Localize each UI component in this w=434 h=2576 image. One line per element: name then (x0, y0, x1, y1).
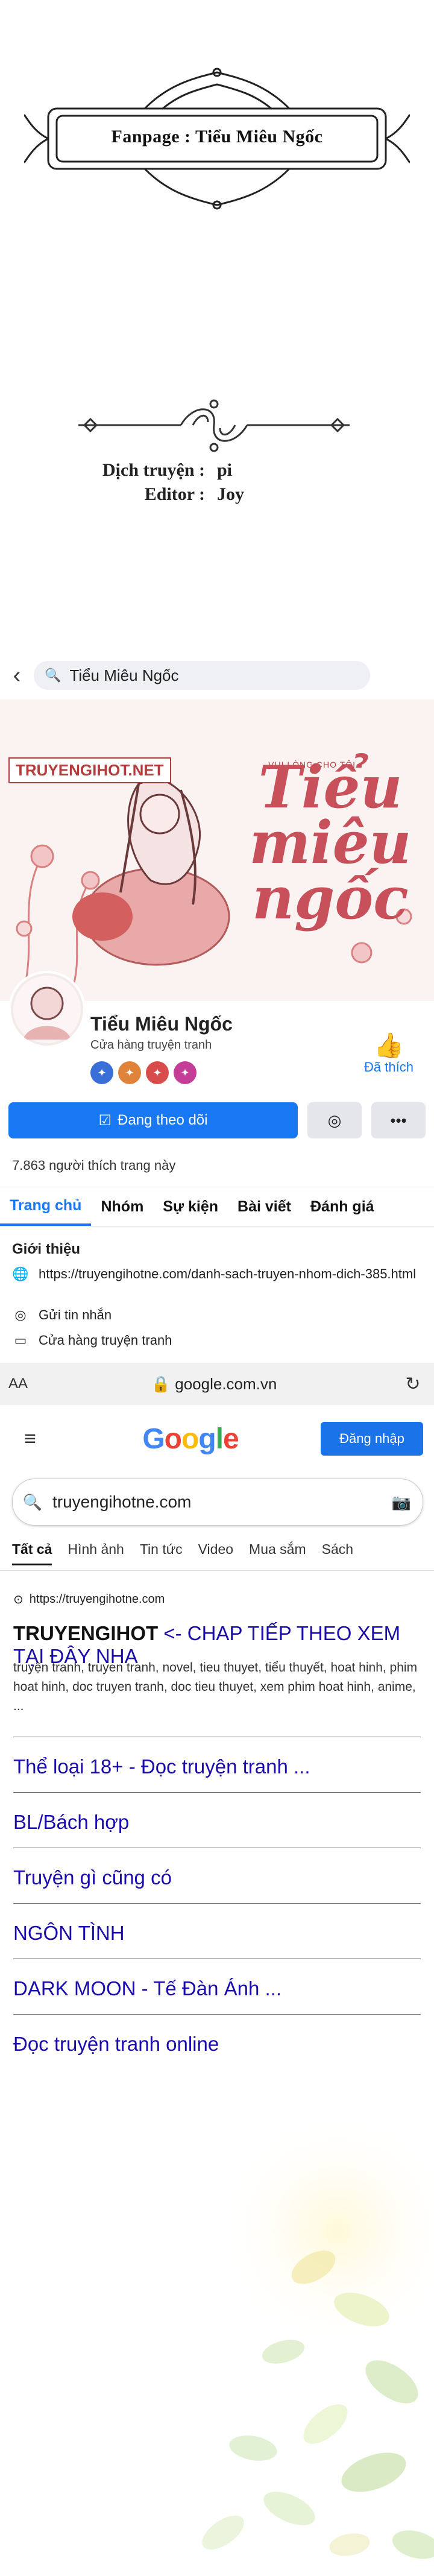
logo-letter: G (142, 1422, 165, 1455)
profile-avatar (13, 976, 81, 1043)
fb-intro-link[interactable]: 🌐 https://truyengihotne.com/danh-sach-tr… (12, 1266, 422, 1282)
thumbs-up-icon: 👍 (374, 1032, 404, 1059)
credit-value: Joy (217, 484, 244, 504)
sitelink[interactable]: Truyện gì cũng có (13, 1848, 421, 1889)
store-icon: ▭ (14, 1333, 27, 1348)
fb-action-row: ☑ Đang theo dõi ◎ ••• (8, 1102, 426, 1140)
result-title-brand: TRUYENGIHOT (13, 1622, 159, 1644)
globe-icon: 🌐 (12, 1266, 29, 1281)
fb-page-name: Tiểu Miêu Ngốc (90, 1013, 233, 1035)
pastel-leaves-decoration (202, 2110, 434, 2559)
tab-books[interactable]: Sách (322, 1541, 353, 1565)
google-tabs: Tất cả Hình ảnh Tin tức Video Mua sắm Sá… (12, 1541, 434, 1565)
fanpage-banner: Fanpage : Tiểu Miêu Ngốc (24, 66, 410, 211)
url-field[interactable]: 🔒 google.com.vn (36, 1375, 392, 1394)
search-icon: 🔍 (45, 668, 61, 683)
logo-letter: g (198, 1422, 216, 1455)
badge-icon: ✦ (118, 1061, 141, 1084)
text-size-button[interactable]: AA (0, 1375, 36, 1392)
site-tag: TRUYENGIHOT.NET (8, 757, 171, 783)
fb-liked-label: Đã thích (364, 1059, 414, 1075)
following-label: Đang theo dõi (118, 1112, 208, 1128)
url-text: google.com.vn (175, 1374, 277, 1393)
fb-likes-count: 7.863 người thích trang này (12, 1158, 176, 1173)
logo-letter: o (164, 1422, 182, 1455)
fb-send-message-text: Gửi tin nhắn (39, 1307, 112, 1322)
login-button[interactable]: Đăng nhập (321, 1422, 423, 1456)
messenger-icon: ◎ (327, 1111, 342, 1129)
tab-home[interactable]: Trang chủ (0, 1187, 92, 1226)
sitelink[interactable]: NGÔN TÌNH (13, 1903, 421, 1945)
fb-intro-title: Giới thiệu (12, 1241, 81, 1257)
fb-store-category: ▭ Cửa hàng truyện tranh (12, 1333, 422, 1348)
back-arrow-icon[interactable]: ‹ (0, 663, 34, 689)
messenger-button[interactable]: ◎ (307, 1102, 362, 1138)
badge-icon: ✦ (174, 1061, 197, 1084)
messenger-icon: ◎ (14, 1307, 27, 1322)
fb-badges: ✦ ✦ ✦ ✦ (90, 1061, 197, 1084)
hamburger-menu-icon[interactable]: ≡ (0, 1427, 60, 1451)
site-favicon-icon: ⊙ (13, 1593, 24, 1606)
result-source-url: https://truyengihotne.com (29, 1593, 165, 1606)
fb-page-category: Cửa hàng truyện tranh (90, 1038, 212, 1052)
search-query: truyengihotne.com (52, 1492, 192, 1511)
tab-posts[interactable]: Bài viết (228, 1187, 301, 1226)
sitelink[interactable]: Đọc truyện tranh online (13, 2014, 421, 2056)
camera-icon[interactable]: 📷 (380, 1493, 423, 1512)
fb-tab-bar: Trang chủ Nhóm Sự kiện Bài viết Đánh giá (0, 1187, 434, 1226)
logo-letter: l (215, 1422, 224, 1455)
lock-icon: 🔒 (151, 1374, 171, 1393)
credit-value: pi (217, 460, 233, 480)
cover-title-art: Tiểu miêu ngốc (249, 753, 412, 932)
tab-videos[interactable]: Video (198, 1541, 233, 1565)
fb-send-message[interactable]: ◎ Gửi tin nhắn (12, 1307, 422, 1323)
tab-reviews[interactable]: Đánh giá (301, 1187, 384, 1226)
following-button[interactable]: ☑ Đang theo dõi (8, 1102, 298, 1138)
tab-groups[interactable]: Nhóm (91, 1187, 153, 1226)
fb-search-row: ‹ 🔍 Tiểu Miêu Ngốc (0, 656, 434, 695)
translation-credits: Dịch truyện : pi Editor : Joy (54, 458, 380, 507)
result-source[interactable]: ⊙ https://truyengihotne.com (13, 1592, 165, 1607)
sitelink[interactable]: DARK MOON - Tế Đàn Ánh ... (13, 1959, 421, 2000)
logo-letter: e (222, 1422, 239, 1455)
credit-editor: Editor : Joy (54, 482, 380, 507)
search-icon: 🔍 (22, 1492, 43, 1511)
tab-shopping[interactable]: Mua sắm (249, 1541, 306, 1565)
fb-search-bar[interactable]: 🔍 Tiểu Miêu Ngốc (34, 661, 370, 690)
divider (0, 1570, 434, 1571)
sitelink[interactable]: BL/Bách hợp (13, 1792, 421, 1834)
tab-events[interactable]: Sự kiện (153, 1187, 228, 1226)
more-icon: ••• (390, 1111, 407, 1129)
fb-intro-link-text: https://truyengihotne.com/danh-sach-truy… (39, 1266, 417, 1281)
flourish-ornament (78, 399, 350, 452)
logo-letter: o (181, 1422, 199, 1455)
badge-icon: ✦ (90, 1061, 113, 1084)
google-header: ≡ Google Đăng nhập (0, 1415, 434, 1463)
credit-label: Dịch truyện : (102, 460, 205, 480)
result-snippet: truyện tranh, truyen tranh, novel, tieu … (13, 1661, 418, 1713)
fanpage-title: Fanpage : Tiểu Miêu Ngốc (111, 127, 323, 147)
tab-images[interactable]: Hình ảnh (68, 1541, 124, 1565)
more-button[interactable]: ••• (371, 1102, 426, 1138)
badge-icon: ✦ (146, 1061, 169, 1084)
browser-url-bar: AA 🔒 google.com.vn ↻ (0, 1363, 434, 1405)
fb-liked-button[interactable]: 👍 Đã thích (356, 1031, 422, 1075)
fb-search-query: Tiểu Miêu Ngốc (69, 666, 179, 684)
facebook-page-screenshot: ‹ 🔍 Tiểu Miêu Ngốc TRUYENGIHOT.NET VUI L… (0, 651, 434, 1348)
reload-icon[interactable]: ↻ (392, 1374, 434, 1395)
sitelink[interactable]: Thể loại 18+ - Đọc truyện tranh ... (13, 1737, 421, 1778)
fb-store-text: Cửa hàng truyện tranh (39, 1333, 172, 1348)
google-search-box[interactable]: 🔍 truyengihotne.com 📷 (12, 1479, 423, 1526)
fb-profile-picture[interactable] (8, 971, 86, 1048)
check-icon: ☑ (98, 1112, 112, 1129)
google-logo[interactable]: Google (60, 1422, 321, 1456)
fb-cover-photo[interactable]: TRUYENGIHOT.NET VUI LÒNG CHO TÔI Tiểu mi… (0, 699, 434, 1001)
tab-all[interactable]: Tất cả (12, 1541, 52, 1565)
tab-news[interactable]: Tin tức (140, 1541, 183, 1565)
credit-label: Editor : (144, 484, 205, 504)
credit-translator: Dịch truyện : pi (54, 458, 380, 482)
